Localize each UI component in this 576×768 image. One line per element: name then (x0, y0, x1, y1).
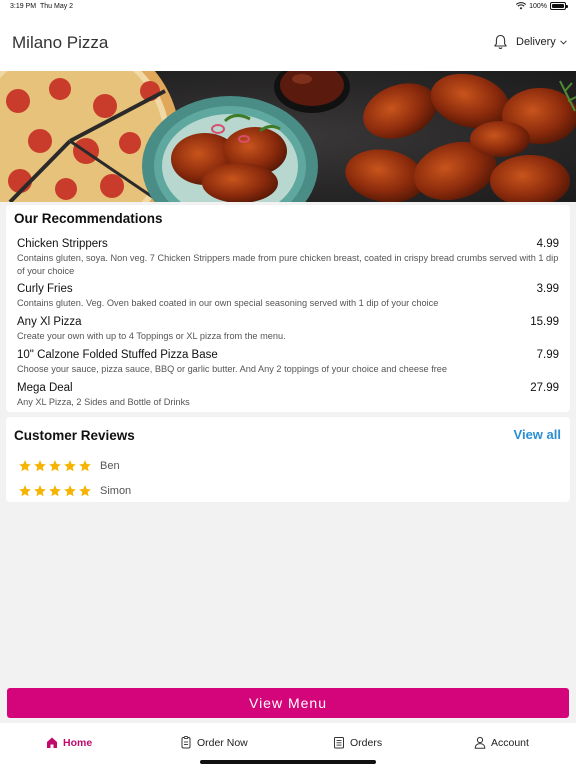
star-rating (18, 484, 92, 498)
star-icon (79, 485, 91, 497)
item-description: Any XL Pizza, 2 Sides and Bottle of Drin… (17, 397, 190, 407)
tab-label: Home (63, 736, 93, 749)
order-icon (181, 736, 191, 749)
view-all-link[interactable]: View all (514, 427, 561, 442)
recommendation-item[interactable]: Any Xl Pizza 15.99 Create your own with … (17, 315, 559, 343)
bottom-tab-bar: Home Order Now Orders Account (0, 723, 576, 768)
person-icon (474, 736, 486, 749)
star-rating (18, 459, 92, 473)
item-name: Chicken Strippers (17, 238, 108, 250)
status-bar: 3:19 PM Thu May 2 100% (0, 0, 576, 14)
tab-label: Order Now (197, 736, 248, 749)
home-indicator (200, 760, 376, 764)
item-description: Create your own with up to 4 Toppings or… (17, 331, 286, 341)
star-icon (64, 485, 76, 497)
star-icon (64, 460, 76, 472)
recommendations-title: Our Recommendations (14, 211, 163, 226)
reviews-title: Customer Reviews (14, 428, 135, 443)
review-item[interactable]: Ben (18, 459, 120, 473)
item-description: Choose your sauce, pizza sauce, BBQ or g… (17, 364, 448, 374)
battery-percent: 100% (529, 2, 547, 10)
item-name: Curly Fries (17, 283, 73, 295)
tab-label: Account (491, 736, 529, 749)
reviews-card: Customer Reviews View all Ben Simon (6, 417, 570, 502)
restaurant-title: Milano Pizza (12, 33, 109, 52)
bell-icon[interactable] (493, 34, 508, 50)
tab-order-now[interactable]: Order Now (180, 736, 248, 749)
item-name: Any Xl Pizza (17, 316, 82, 328)
item-description: Contains gluten. Veg. Oven baked coated … (17, 298, 439, 308)
reviewer-name: Simon (100, 485, 132, 497)
status-time: 3:19 PM (10, 3, 37, 10)
item-price: 3.99 (536, 283, 559, 295)
item-name: 10" Calzone Folded Stuffed Pizza Base (17, 349, 218, 361)
app-header: Milano Pizza Delivery (0, 14, 576, 71)
status-right: 100% (516, 2, 568, 10)
recommendation-item[interactable]: Curly Fries 3.99 Contains gluten. Veg. O… (17, 282, 559, 310)
delivery-label: Delivery (516, 36, 556, 48)
review-item[interactable]: Simon (18, 484, 131, 498)
item-price: 4.99 (536, 238, 559, 250)
star-icon (34, 485, 46, 497)
status-date: Thu May 2 (40, 3, 74, 10)
tab-account[interactable]: Account (474, 736, 529, 749)
item-price: 15.99 (530, 316, 559, 328)
star-icon (49, 460, 61, 472)
star-icon (19, 485, 31, 497)
view-menu-button[interactable]: View Menu (7, 688, 569, 718)
wifi-icon (516, 2, 527, 10)
tab-orders[interactable]: Orders (333, 736, 382, 749)
item-price: 27.99 (530, 382, 559, 394)
item-description: Contains gluten, soya. Non veg. 7 Chicke… (17, 253, 559, 276)
recommendation-item[interactable]: 10" Calzone Folded Stuffed Pizza Base 7.… (17, 348, 559, 376)
receipt-icon (334, 737, 344, 749)
star-icon (79, 460, 91, 472)
home-icon (47, 737, 57, 748)
hero-banner-image (0, 71, 576, 202)
recommendations-card: Our Recommendations Chicken Strippers 4.… (6, 205, 570, 412)
tab-label: Orders (350, 736, 383, 749)
recommendation-item[interactable]: Mega Deal 27.99 Any XL Pizza, 2 Sides an… (17, 381, 559, 409)
star-icon (19, 460, 31, 472)
item-price: 7.99 (536, 349, 559, 361)
reviewer-name: Ben (100, 460, 120, 472)
chevron-down-icon (559, 39, 567, 45)
item-name: Mega Deal (17, 382, 73, 394)
delivery-selector[interactable]: Delivery (516, 36, 567, 48)
tab-home[interactable]: Home (46, 736, 92, 749)
star-icon (34, 460, 46, 472)
star-icon (49, 485, 61, 497)
battery-icon (550, 2, 568, 10)
recommendation-item[interactable]: Chicken Strippers 4.99 Contains gluten, … (17, 237, 559, 277)
